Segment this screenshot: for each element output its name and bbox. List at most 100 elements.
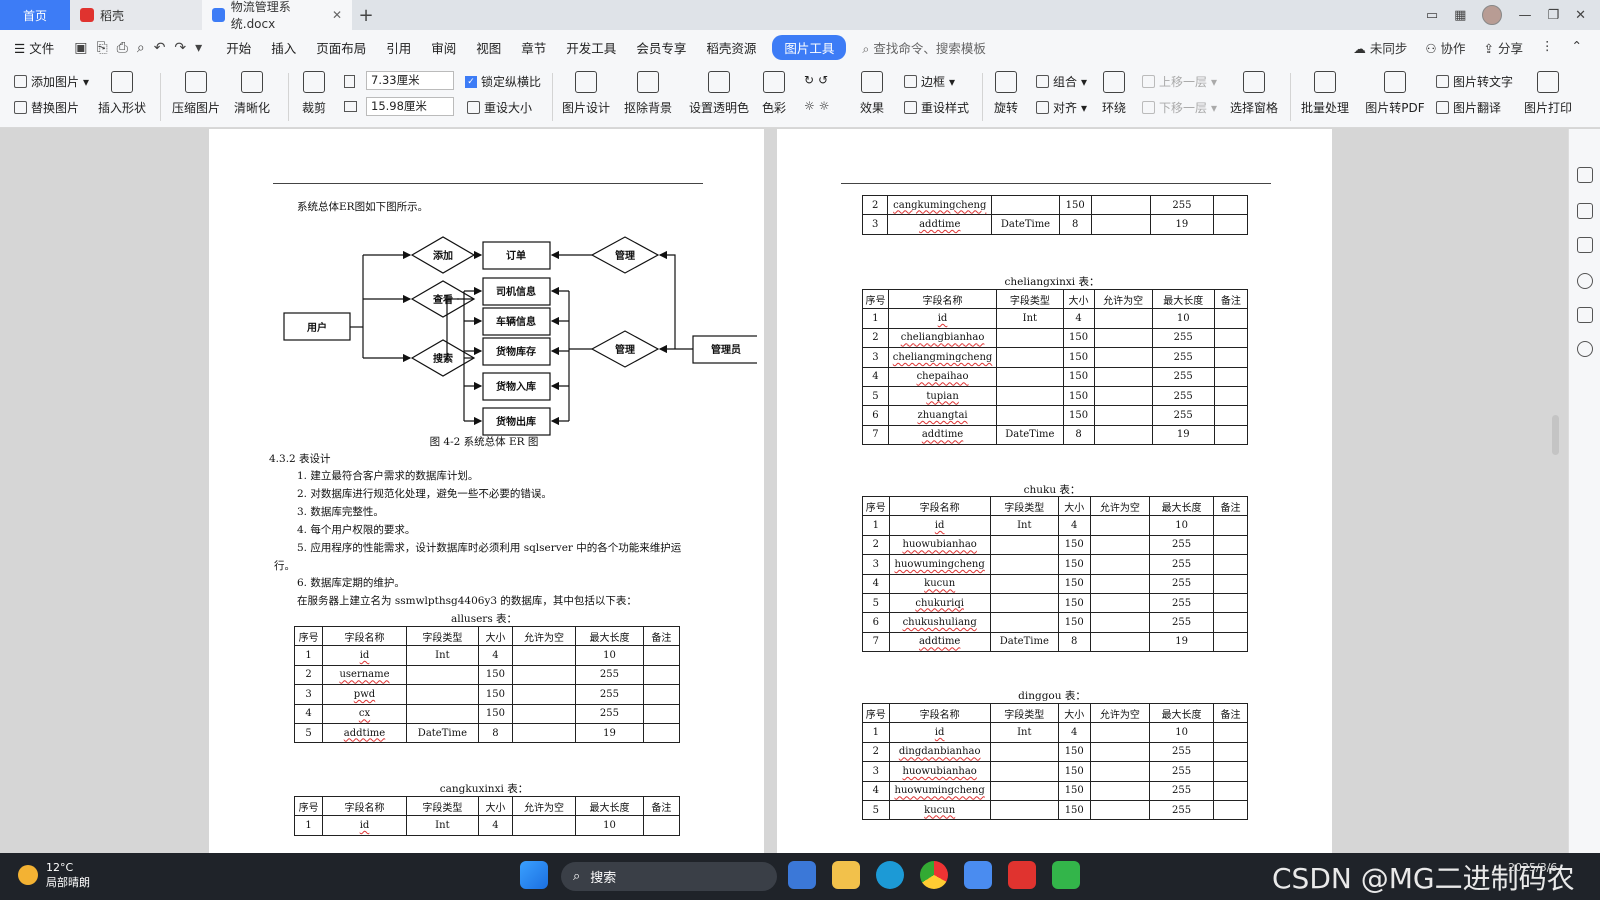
- help-icon[interactable]: [1577, 273, 1593, 289]
- move-down-button[interactable]: 下移一层 ▾: [1142, 99, 1217, 116]
- to-pdf-button[interactable]: 图片转PDF: [1364, 65, 1426, 116]
- table-row[interactable]: 5 chukuriqi 150 255: [862, 592, 1249, 614]
- er-diagram[interactable]: 用户 添加 查看 搜索 订单 司机信息 车辆信息 货物库存 货物入库 货物出库 …: [269, 217, 757, 447]
- table-row[interactable]: 1 id Int 4 10: [862, 308, 1249, 329]
- edge-browser-icon[interactable]: [876, 861, 904, 889]
- add-image-button[interactable]: 添加图片 ▾: [14, 73, 89, 90]
- app-icon[interactable]: [964, 861, 992, 889]
- more-icon[interactable]: ⋮: [1541, 38, 1554, 57]
- table-row[interactable]: 2 huowubianhao 150 255: [862, 534, 1249, 556]
- set-transparent-button[interactable]: 设置透明色: [686, 65, 752, 116]
- replace-image-button[interactable]: 替换图片: [14, 99, 79, 116]
- wechat-icon[interactable]: [1052, 861, 1080, 889]
- grid-apps-icon[interactable]: ▦: [1454, 8, 1466, 23]
- rotate-small-icons[interactable]: ↻ ↺: [804, 73, 828, 87]
- preview-icon[interactable]: ⌕: [137, 40, 145, 56]
- image-design-button[interactable]: 图片设计: [558, 65, 614, 116]
- close-tab-icon[interactable]: ✕: [332, 8, 342, 22]
- table-row[interactable]: 5 tupian 150 255: [862, 385, 1249, 407]
- share-button[interactable]: ⇪ 分享: [1484, 38, 1523, 57]
- menu-view[interactable]: 视图: [466, 38, 511, 57]
- table-row[interactable]: 5 addtime DateTime 8 19: [293, 722, 681, 744]
- image-print-button[interactable]: 图片打印: [1522, 65, 1574, 116]
- table-row[interactable]: 7 addtime DateTime 8 19: [862, 424, 1249, 446]
- tab-daoke[interactable]: 稻壳: [70, 0, 202, 30]
- new-tab-button[interactable]: +: [352, 0, 380, 30]
- menu-insert[interactable]: 插入: [261, 38, 306, 57]
- table-row[interactable]: 1 id Int 4 10: [293, 815, 681, 836]
- table-row[interactable]: 3 addtime DateTime 8 19: [861, 214, 1248, 235]
- image-tools-icon[interactable]: [1577, 307, 1593, 323]
- document-area[interactable]: 系统总体ER图如下图所示。 用户 添加 查看 搜索 订单 司机信息 车辆信息 货…: [0, 129, 1568, 853]
- weather-widget[interactable]: 12°C 局部晴朗: [18, 860, 90, 890]
- crop-button[interactable]: 裁剪: [294, 65, 334, 116]
- compress-image-button[interactable]: 压缩图片: [168, 65, 224, 116]
- table-row[interactable]: 1 id Int 4 10: [293, 645, 681, 666]
- table-row[interactable]: 3 huowubianhao 150 255: [862, 761, 1249, 782]
- translate-button[interactable]: 图片翻译: [1436, 99, 1501, 116]
- table-row[interactable]: 3 huowumingcheng 150 255: [862, 554, 1249, 575]
- select-pane-button[interactable]: 选择窗格: [1226, 65, 1282, 116]
- print-icon[interactable]: ⎙: [117, 40, 128, 56]
- file-explorer-icon[interactable]: [832, 861, 860, 889]
- brightness-icons[interactable]: ☼ ☼: [804, 99, 830, 113]
- tab-document[interactable]: 物流管理系统.docx ✕: [202, 0, 352, 31]
- quick-more-icon[interactable]: ▾: [195, 40, 202, 56]
- table-row[interactable]: 2 cheliangbianhao 150 255: [862, 327, 1249, 349]
- chrome-browser-icon[interactable]: [920, 861, 948, 889]
- system-clock[interactable]: 2025/3/6: [1508, 861, 1557, 875]
- layout-icon[interactable]: ▭: [1426, 8, 1438, 23]
- menu-review[interactable]: 审阅: [421, 38, 466, 57]
- document-page-1[interactable]: 系统总体ER图如下图所示。 用户 添加 查看 搜索 订单 司机信息 车辆信息 货…: [209, 129, 764, 853]
- rotate-button[interactable]: 旋转: [988, 65, 1024, 116]
- table-row[interactable]: 1 id Int 4 10: [862, 515, 1249, 536]
- cheliangxinxi-table[interactable]: 序号 字段名称 字段类型 大小 允许为空 最大长度 备注 1 id Int 4 10 2 cheliang…: [862, 288, 1249, 446]
- minimize-icon[interactable]: —: [1518, 8, 1531, 23]
- table-row[interactable]: 2 username 150 255: [293, 664, 681, 686]
- collapse-ribbon-icon[interactable]: ⌃: [1572, 38, 1582, 57]
- cursor-select-icon[interactable]: [1577, 203, 1593, 219]
- color-button[interactable]: 色彩: [756, 65, 792, 116]
- table-row[interactable]: 3 pwd 150 255: [293, 684, 681, 705]
- undo-icon[interactable]: ↶: [154, 40, 166, 56]
- cangkuxinxi-table-continued[interactable]: 2 cangkumingcheng 150 255 3 addtime DateTime 8 1…: [861, 194, 1248, 235]
- insert-shape-button[interactable]: 插入形状: [92, 65, 152, 116]
- effects-button[interactable]: 效果: [854, 65, 890, 116]
- menu-reference[interactable]: 引用: [376, 38, 421, 57]
- table-row[interactable]: 2 dingdanbianhao 150 255: [862, 741, 1249, 763]
- menu-chapter[interactable]: 章节: [511, 38, 556, 57]
- align-button[interactable]: 对齐 ▾: [1036, 99, 1087, 116]
- sharpen-button[interactable]: 清晰化: [226, 65, 278, 116]
- table-row[interactable]: 6 chukushuliang 150 255: [862, 612, 1249, 633]
- to-text-button[interactable]: 图片转文字: [1436, 73, 1513, 90]
- batch-button[interactable]: 批量处理: [1296, 65, 1354, 116]
- start-menu-icon[interactable]: [520, 861, 548, 889]
- table-row[interactable]: 1 id Int 4 10: [862, 722, 1249, 743]
- cangkuxinxi-table[interactable]: 序号 字段名称 字段类型 大小 允许为空 最大长度 备注 1 id Int 4 10: [293, 795, 681, 836]
- restore-icon[interactable]: ❐: [1547, 8, 1559, 23]
- adjust-sliders-icon[interactable]: [1577, 237, 1593, 253]
- table-row[interactable]: 4 chepaihao 150 255: [862, 366, 1249, 387]
- table-row[interactable]: 4 huowumingcheng 150 255: [862, 780, 1249, 801]
- table-row[interactable]: 4 kucun 150 255: [862, 573, 1249, 594]
- ai-assistant-icon[interactable]: [1577, 341, 1593, 357]
- remove-bg-button[interactable]: 抠除背景: [618, 65, 678, 116]
- reset-style-button[interactable]: 重设样式: [904, 99, 969, 116]
- chuku-table[interactable]: 序号 字段名称 字段类型 大小 允许为空 最大长度 备注 1 id Int 4 10 2 huowubia…: [862, 495, 1249, 653]
- close-window-icon[interactable]: ✕: [1575, 8, 1586, 23]
- move-up-button[interactable]: 上移一层 ▾: [1142, 73, 1217, 90]
- width-input[interactable]: 7.33厘米: [366, 71, 454, 90]
- taskbar-search[interactable]: ⌕ 搜索: [561, 862, 777, 891]
- dinggou-table[interactable]: 序号 字段名称 字段类型 大小 允许为空 最大长度 备注 1 id Int 4 10 2 dingdanb…: [862, 702, 1249, 821]
- menu-layout[interactable]: 页面布局: [306, 38, 376, 57]
- allusers-table[interactable]: 序号 字段名称 字段类型 大小 允许为空 最大长度 备注 1 id Int 4 10 2 username…: [293, 625, 681, 744]
- menu-start[interactable]: 开始: [216, 38, 261, 57]
- menu-file[interactable]: ☰ 文件: [0, 38, 64, 57]
- height-input[interactable]: 15.98厘米: [366, 97, 454, 116]
- sync-status[interactable]: ☁ 未同步: [1353, 38, 1407, 57]
- edit-pen-icon[interactable]: [1577, 167, 1593, 183]
- table-row[interactable]: 4 cx 150 255: [293, 703, 681, 724]
- group-button[interactable]: 组合 ▾: [1036, 73, 1087, 90]
- redo-icon[interactable]: ↷: [174, 40, 186, 56]
- export-icon[interactable]: ⎘: [96, 40, 107, 56]
